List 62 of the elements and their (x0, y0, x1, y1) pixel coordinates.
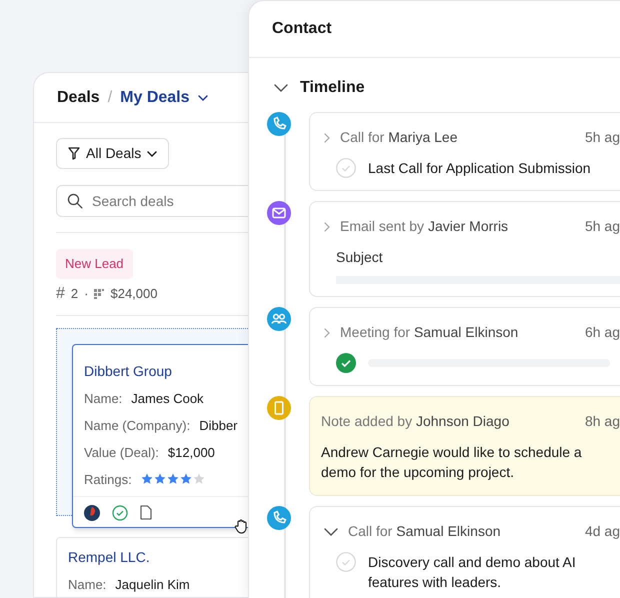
field-value: James Cook (131, 390, 204, 408)
event-title[interactable]: Email sent by Javier Morris (340, 216, 575, 237)
event-time: 4d ag (584, 522, 620, 541)
avatar-icon (84, 504, 100, 520)
field-label: Name (Company): (84, 416, 190, 434)
chevron-right-icon (324, 222, 330, 232)
event-title[interactable]: Note added by Johnson Diago (321, 411, 575, 432)
deal-count: 2 (70, 284, 78, 303)
breadcrumb-root[interactable]: Deals (57, 86, 100, 110)
task-text: Last Call for Application Submission (368, 159, 591, 178)
check-circle-icon[interactable] (336, 552, 356, 572)
envelope-icon (267, 201, 291, 225)
grid-icon (94, 288, 104, 298)
field-label: Name: (84, 390, 122, 408)
field-label: Name: (68, 576, 106, 594)
breadcrumb-separator: / (108, 88, 112, 108)
check-circle-icon[interactable] (336, 158, 356, 178)
star-icon (180, 473, 192, 485)
subject-label: Subject (335, 248, 384, 267)
field-label: Value (Deal): (84, 444, 159, 462)
chevron-down-icon (274, 84, 288, 92)
phone-icon (267, 506, 291, 530)
field-value: Jaquelin Kim (115, 576, 190, 594)
task-text: Discovery call and demo about AI features with leaders. (368, 553, 577, 592)
view-dropdown[interactable]: My Deals (120, 86, 208, 110)
filter-icon (68, 147, 80, 160)
tablet-icon (267, 396, 291, 420)
deal-title[interactable]: Dibbert Group (84, 362, 272, 380)
field-label: Ratings: (84, 470, 132, 488)
deal-title[interactable]: Rempel LLC. (68, 548, 272, 566)
field-value: Dibber (199, 416, 238, 434)
stage-badge: New Lead (56, 249, 133, 278)
deal-total: $24,000 (110, 284, 158, 303)
star-icon (140, 473, 153, 485)
count-symbol: # (56, 284, 65, 304)
panel-title: Contact (272, 19, 332, 39)
people-icon (267, 307, 291, 331)
star-icon (192, 473, 205, 485)
event-time: 8h ag (584, 412, 620, 431)
check-circle-icon[interactable] (336, 353, 356, 373)
star-icon (166, 473, 179, 485)
timeline-toggle[interactable]: Timeline (274, 76, 365, 100)
event-title[interactable]: Call for Samual Elkinson (348, 521, 575, 542)
field-value: $12,000 (168, 444, 215, 462)
star-icon (154, 473, 166, 485)
phone-icon (267, 112, 291, 136)
event-time: 5h ag (584, 217, 620, 236)
filter-button[interactable]: All Deals (56, 138, 170, 169)
event-time: 5h ag (584, 128, 620, 147)
document-icon (140, 505, 152, 520)
note-text: Andrew Carnegie would like to schedule a demo for the upcoming project. (321, 443, 583, 482)
check-circle-icon (112, 504, 128, 520)
search-icon (67, 193, 83, 209)
separator-dot: · (84, 284, 88, 303)
event-time: 6h ag (584, 323, 620, 342)
chevron-right-icon (324, 132, 330, 142)
event-title[interactable]: Meeting for Samual Elkinson (340, 322, 575, 343)
chevron-down-icon (198, 94, 208, 100)
event-title[interactable]: Call for Mariya Lee (340, 127, 575, 148)
chevron-right-icon (324, 328, 330, 338)
chevron-down-icon (324, 528, 338, 536)
chevron-down-icon (147, 150, 158, 156)
